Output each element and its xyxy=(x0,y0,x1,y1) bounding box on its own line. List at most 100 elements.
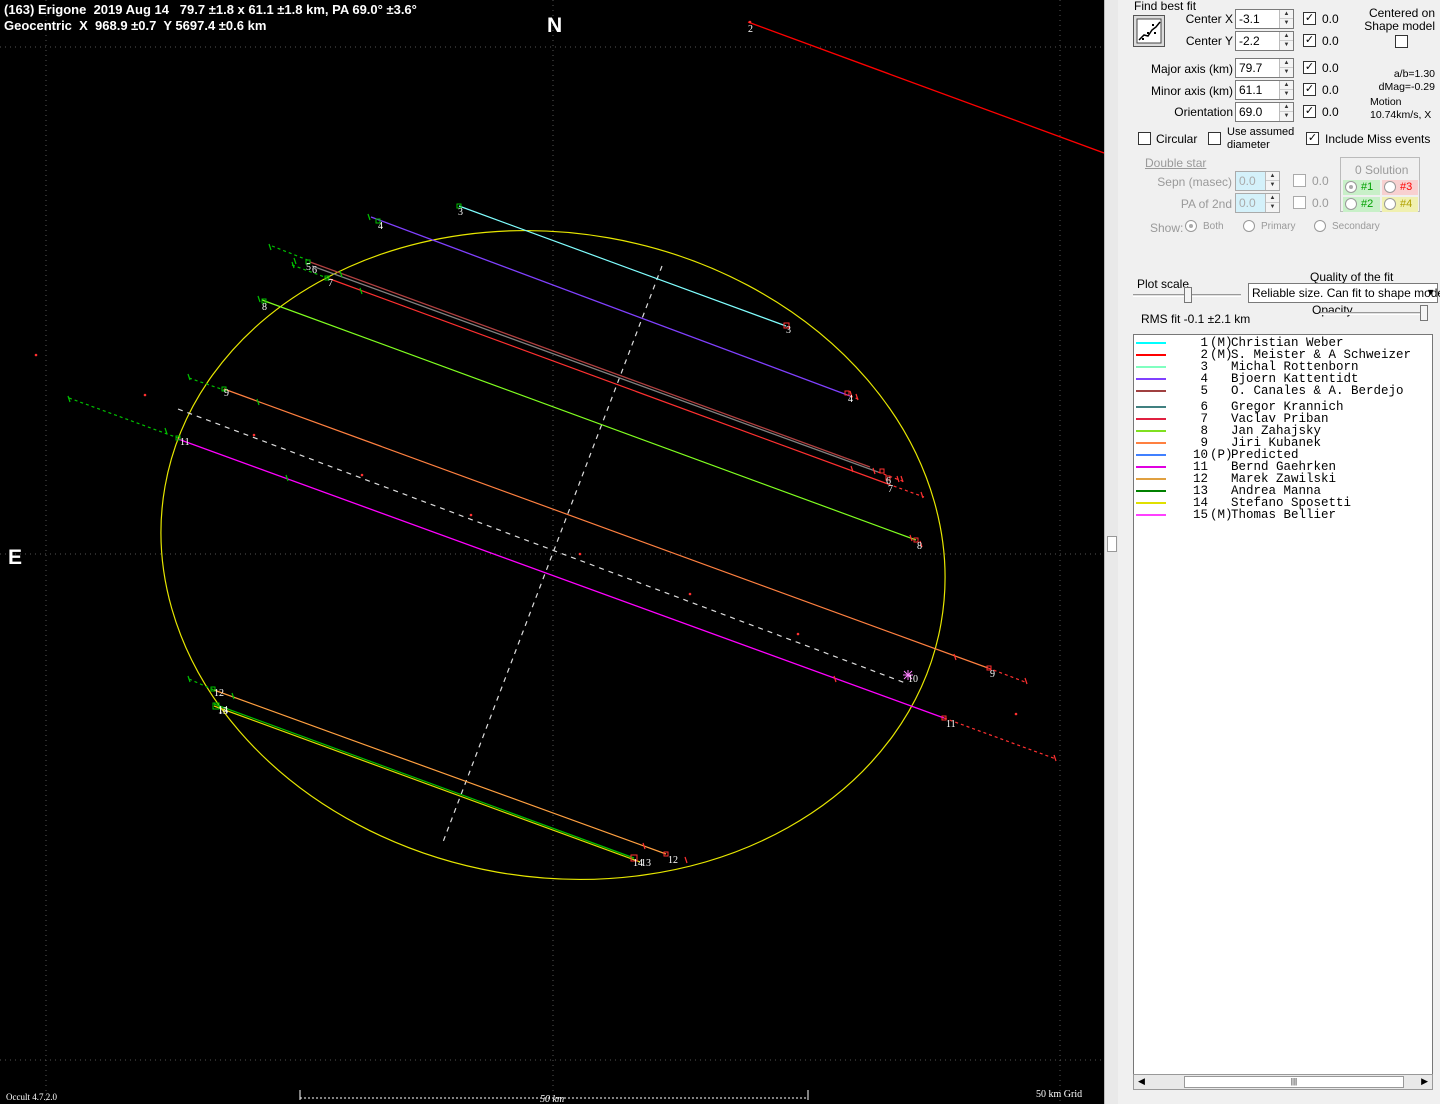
solution-4-label: #4 xyxy=(1400,198,1413,210)
legend-number: 5 xyxy=(1200,384,1208,398)
center-y-checkbox[interactable]: ✓ xyxy=(1303,34,1316,47)
center-x-label: Center X xyxy=(1185,12,1233,26)
use-assumed-checkbox[interactable] xyxy=(1208,132,1221,145)
chord-label-9-start: 9 xyxy=(224,388,229,399)
scroll-thumb-horizontal[interactable]: ||| xyxy=(1184,1076,1404,1088)
solution-2-radio[interactable] xyxy=(1345,198,1357,210)
pa2-input[interactable]: 0.0 ▲ ▼ xyxy=(1235,193,1280,213)
chord-label-12-end: 12 xyxy=(668,855,678,866)
legend-swatch xyxy=(1136,466,1166,468)
plot-scale-slider[interactable] xyxy=(1133,285,1241,305)
center-y-label: Center Y xyxy=(1185,34,1233,48)
sepn-input[interactable]: 0.0 ▲ ▼ xyxy=(1235,171,1280,191)
legend-tag: (M) xyxy=(1210,508,1233,522)
minor-axis-label: Minor axis (km) xyxy=(1150,84,1233,98)
chord-12-start xyxy=(188,678,215,691)
chord-label-5-start: 5 xyxy=(306,262,311,273)
km-grid xyxy=(0,0,1104,1104)
chord-5-main xyxy=(309,261,871,468)
minor-axis-checkbox[interactable]: ✓ xyxy=(1303,83,1316,96)
orientation-label: Orientation xyxy=(1174,105,1233,119)
legend-tag: (P) xyxy=(1210,448,1233,462)
chord-14 xyxy=(213,705,641,863)
major-axis-input[interactable]: 79.7 ▲ ▼ xyxy=(1235,58,1294,78)
legend-swatch xyxy=(1136,514,1166,516)
pa2-label: PA of 2nd xyxy=(1180,197,1232,211)
miss-dots xyxy=(34,20,1018,716)
legend-swatch xyxy=(1136,418,1166,420)
chord-6 xyxy=(311,265,879,473)
compass-east: E xyxy=(8,546,23,569)
chord-9 xyxy=(223,388,989,669)
show-both-radio[interactable] xyxy=(1185,220,1197,232)
center-x-checkbox[interactable]: ✓ xyxy=(1303,12,1316,25)
solution-1-label: #1 xyxy=(1361,181,1374,193)
scroll-thumb[interactable] xyxy=(1107,536,1117,552)
chord-label-4-end: 4 xyxy=(848,394,853,405)
use-assumed-label-1: Use assumed xyxy=(1227,126,1295,138)
sepn-checkbox[interactable] xyxy=(1293,174,1306,187)
chord-11-start xyxy=(68,397,179,439)
show-label: Show: xyxy=(1150,221,1184,235)
legend-observer-name: Thomas Bellier xyxy=(1231,508,1337,522)
chord-label-3-start: 3 xyxy=(458,207,463,218)
solution-3-radio[interactable] xyxy=(1384,181,1396,193)
minor-axis-input[interactable]: 61.1 ▲ ▼ xyxy=(1235,80,1294,100)
solution-title: 0 Solution xyxy=(1355,163,1409,177)
occultation-plot[interactable]: 2 3 3 4 4 5 6 6 7 7 8 8 9 9 10 11 11 12 12 13 13 14 14 (163) E… xyxy=(0,0,1104,1104)
include-miss-checkbox[interactable]: ✓ xyxy=(1306,132,1319,145)
legend-swatch xyxy=(1136,390,1166,392)
plot-vertical-scrollbar[interactable] xyxy=(1104,0,1118,1104)
center-y-uncert: 0.0 xyxy=(1322,34,1339,48)
circular-label: Circular xyxy=(1156,132,1198,146)
major-axis-checkbox[interactable]: ✓ xyxy=(1303,61,1316,74)
version-label: Occult 4.7.2.0 xyxy=(6,1092,57,1102)
orientation-checkbox[interactable]: ✓ xyxy=(1303,105,1316,118)
legend-swatch xyxy=(1136,442,1166,444)
circular-checkbox[interactable] xyxy=(1138,132,1151,145)
solution-4-radio[interactable] xyxy=(1384,198,1396,210)
quality-label: Quality of the fit xyxy=(1310,270,1394,284)
dmag: dMag=-0.29 xyxy=(1378,81,1435,93)
double-star-label: Double star xyxy=(1145,156,1207,170)
opacity-slider[interactable] xyxy=(1320,303,1428,323)
chord-label-11-end: 11 xyxy=(946,719,956,730)
quality-dropdown[interactable]: Reliable size. Can fit to shape mode ▼ xyxy=(1248,283,1440,303)
legend-swatch xyxy=(1136,354,1166,356)
chord-2 xyxy=(747,21,1104,154)
chord-label-8-end: 8 xyxy=(917,541,922,552)
opacity-knob[interactable] xyxy=(1420,305,1428,321)
chord-13 xyxy=(213,703,635,859)
header-line-1: (163) Erigone 2019 Aug 14 79.7 ±1.8 x 61… xyxy=(4,2,417,17)
uncertainty-ticks xyxy=(67,213,1057,864)
rms-fit: RMS fit -0.1 ±2.1 km xyxy=(1141,312,1251,326)
legend-swatch xyxy=(1136,378,1166,380)
scroll-left-icon[interactable]: ◀ xyxy=(1138,1076,1145,1087)
plot-scale-knob[interactable] xyxy=(1184,287,1192,303)
motion-label: Motion xyxy=(1370,96,1402,108)
legend-horizontal-scrollbar[interactable]: ◀ ||| ▶ xyxy=(1133,1074,1433,1090)
chord-label-2-start: 2 xyxy=(748,24,753,35)
legend-number: 15 xyxy=(1192,508,1208,522)
scroll-right-icon[interactable]: ▶ xyxy=(1421,1076,1428,1087)
pa2-uncert: 0.0 xyxy=(1312,196,1329,210)
show-secondary-radio[interactable] xyxy=(1314,220,1326,232)
fit-panel: Find best fit Center X -3.1 ▲ ▼ ✓ 0.0 Cent… xyxy=(1118,0,1440,1104)
center-y-input[interactable]: -2.2 ▲ ▼ xyxy=(1235,31,1294,51)
legend-swatch xyxy=(1136,502,1166,504)
chord-label-3-end: 3 xyxy=(786,325,791,336)
observer-legend[interactable]: 1 (M) Christian Weber 2 (M) S. Meister & A Sc… xyxy=(1133,334,1433,1090)
legend-swatch xyxy=(1136,342,1166,344)
legend-row: 5 O. Canales & A. Berdejo xyxy=(1134,384,1432,398)
plot-canvas xyxy=(0,0,1104,1104)
solution-1-radio[interactable] xyxy=(1345,181,1357,193)
chord-3 xyxy=(458,205,787,327)
orientation-input[interactable]: 69.0 ▲ ▼ xyxy=(1235,102,1294,122)
header-line-2: Geocentric X 968.9 ±0.7 Y 5697.4 ±0.6 km xyxy=(4,18,267,33)
shape-model-checkbox[interactable] xyxy=(1395,35,1408,48)
chord-12 xyxy=(213,689,667,855)
path-center-line xyxy=(177,408,909,685)
center-x-input[interactable]: -3.1 ▲ ▼ xyxy=(1235,9,1294,29)
show-primary-radio[interactable] xyxy=(1243,220,1255,232)
pa2-checkbox[interactable] xyxy=(1293,196,1306,209)
